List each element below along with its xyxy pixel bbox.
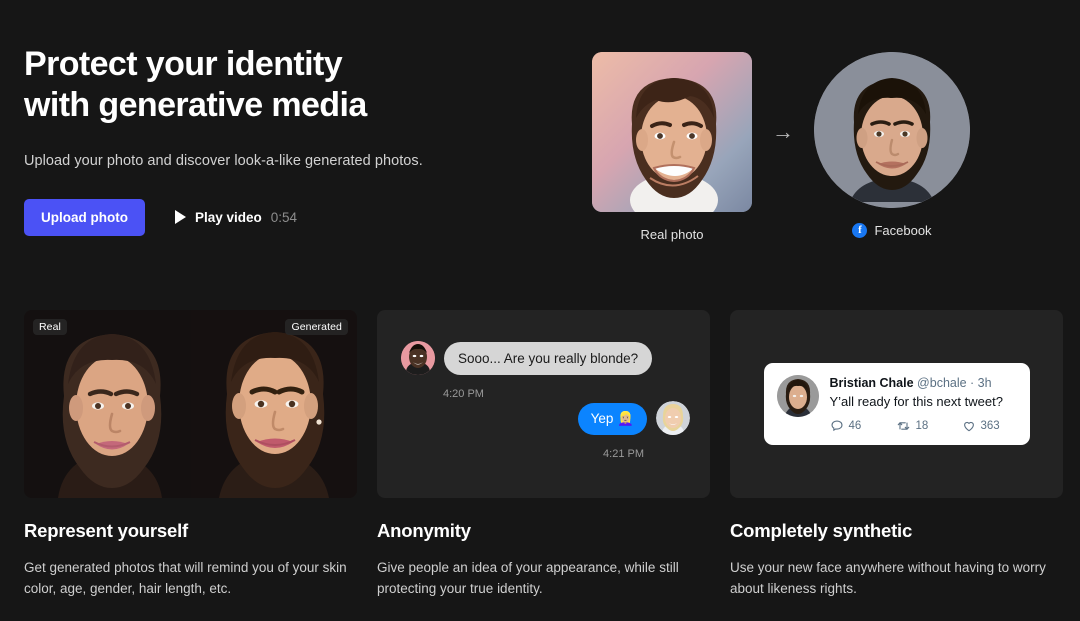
card-title-anonymity: Anonymity — [377, 520, 471, 541]
play-video-label: Play video — [194, 209, 262, 225]
generated-photo-caption: f Facebook — [852, 223, 932, 238]
tweet-like-action[interactable]: 363 — [962, 419, 1000, 433]
real-photo-group: Real photo — [592, 52, 752, 242]
arrow-right-icon: → — [772, 119, 794, 144]
avatar-recipient — [656, 401, 690, 435]
tweet-author-name: Bristian Chale — [829, 375, 914, 390]
play-video-button[interactable]: Play video 0:54 — [174, 209, 298, 225]
card-body-represent-yourself: Get generated photos that will remind yo… — [24, 560, 347, 596]
play-video-duration: 0:54 — [270, 209, 298, 225]
card-title-completely-synthetic: Completely synthetic — [730, 520, 913, 541]
generated-photo-image — [814, 52, 970, 208]
feature-card-anonymity: Sooo... Are you really blonde? 4:20 PM Y… — [377, 310, 710, 600]
avatar-sender — [401, 341, 435, 375]
facebook-icon: f — [852, 223, 868, 238]
badge-real: Real — [33, 319, 67, 335]
chat-bubble-outgoing: Yep 👱🏼‍♀️ — [577, 403, 653, 435]
chat-message-incoming: Sooo... Are you really blonde? — [401, 341, 653, 375]
card-body-completely-synthetic: Use your new face anywhere without havin… — [730, 560, 1046, 596]
chat-timestamp-outgoing: 4:21 PM — [603, 448, 644, 460]
landing-page: Protect your identity with generative me… — [0, 0, 1080, 621]
page-title-line-2: with generative media — [24, 86, 367, 125]
feature-card-completely-synthetic: Bristian Chale @bchale · 3h Y’all ready … — [730, 310, 1063, 600]
badge-generated: Generated — [285, 319, 348, 335]
real-photo-caption: Real photo — [641, 227, 704, 242]
tweet-author-line: Bristian Chale @bchale · 3h — [830, 375, 1017, 391]
tweet-retweet-count: 18 — [915, 420, 929, 433]
tweet-avatar — [776, 374, 819, 417]
real-photo-image — [592, 52, 752, 212]
chat-conversation-visual: Sooo... Are you really blonde? 4:20 PM Y… — [377, 310, 710, 498]
card-body-anonymity: Give people an idea of your appearance, … — [377, 560, 679, 596]
card-title-represent-yourself: Represent yourself — [24, 520, 188, 541]
tweet-card: Bristian Chale @bchale · 3h Y’all ready … — [763, 362, 1030, 446]
tweet-reply-count: 46 — [848, 420, 862, 433]
real-photo-caption-label: Real photo — [640, 227, 704, 242]
hero-media: Real photo → f Facebook — [592, 52, 970, 242]
reply-icon — [830, 420, 843, 432]
tweet-actions: 46 18 363 — [830, 419, 1017, 433]
tweet-like-count: 363 — [980, 420, 1000, 433]
chat-bubble-incoming: Sooo... Are you really blonde? — [438, 342, 653, 375]
feature-card-represent-yourself: Real Generated Represent yourself Get ge… — [24, 310, 357, 600]
hero-section: Protect your identity with generative me… — [0, 0, 1080, 300]
tweet-reply-action[interactable]: 46 — [830, 419, 896, 433]
retweet-icon — [897, 422, 909, 431]
chat-message-outgoing: Yep 👱🏼‍♀️ — [577, 401, 690, 435]
chat-timestamp-incoming: 4:20 PM — [443, 388, 484, 400]
transform-arrow: → — [752, 52, 814, 212]
play-icon — [174, 210, 186, 225]
heart-icon — [963, 422, 974, 432]
page-title-line-1: Protect your identity — [24, 45, 343, 83]
generated-face-half: Generated — [190, 310, 357, 498]
tweet-preview-visual: Bristian Chale @bchale · 3h Y’all ready … — [730, 310, 1063, 498]
tweet-retweet-action[interactable]: 18 — [896, 419, 962, 433]
tweet-text: Y’all ready for this next tweet? — [829, 393, 1003, 409]
feature-cards: Real Generated Represent yourself Get ge… — [24, 310, 1063, 600]
generated-photo-caption-label: Facebook — [874, 223, 932, 238]
generated-photo-group: f Facebook — [814, 52, 970, 238]
faces-comparison-visual: Real Generated — [24, 310, 357, 498]
tweet-author-handle: @bchale · 3h — [917, 375, 992, 390]
upload-photo-button[interactable]: Upload photo — [24, 198, 145, 236]
real-face-half: Real — [24, 310, 191, 498]
